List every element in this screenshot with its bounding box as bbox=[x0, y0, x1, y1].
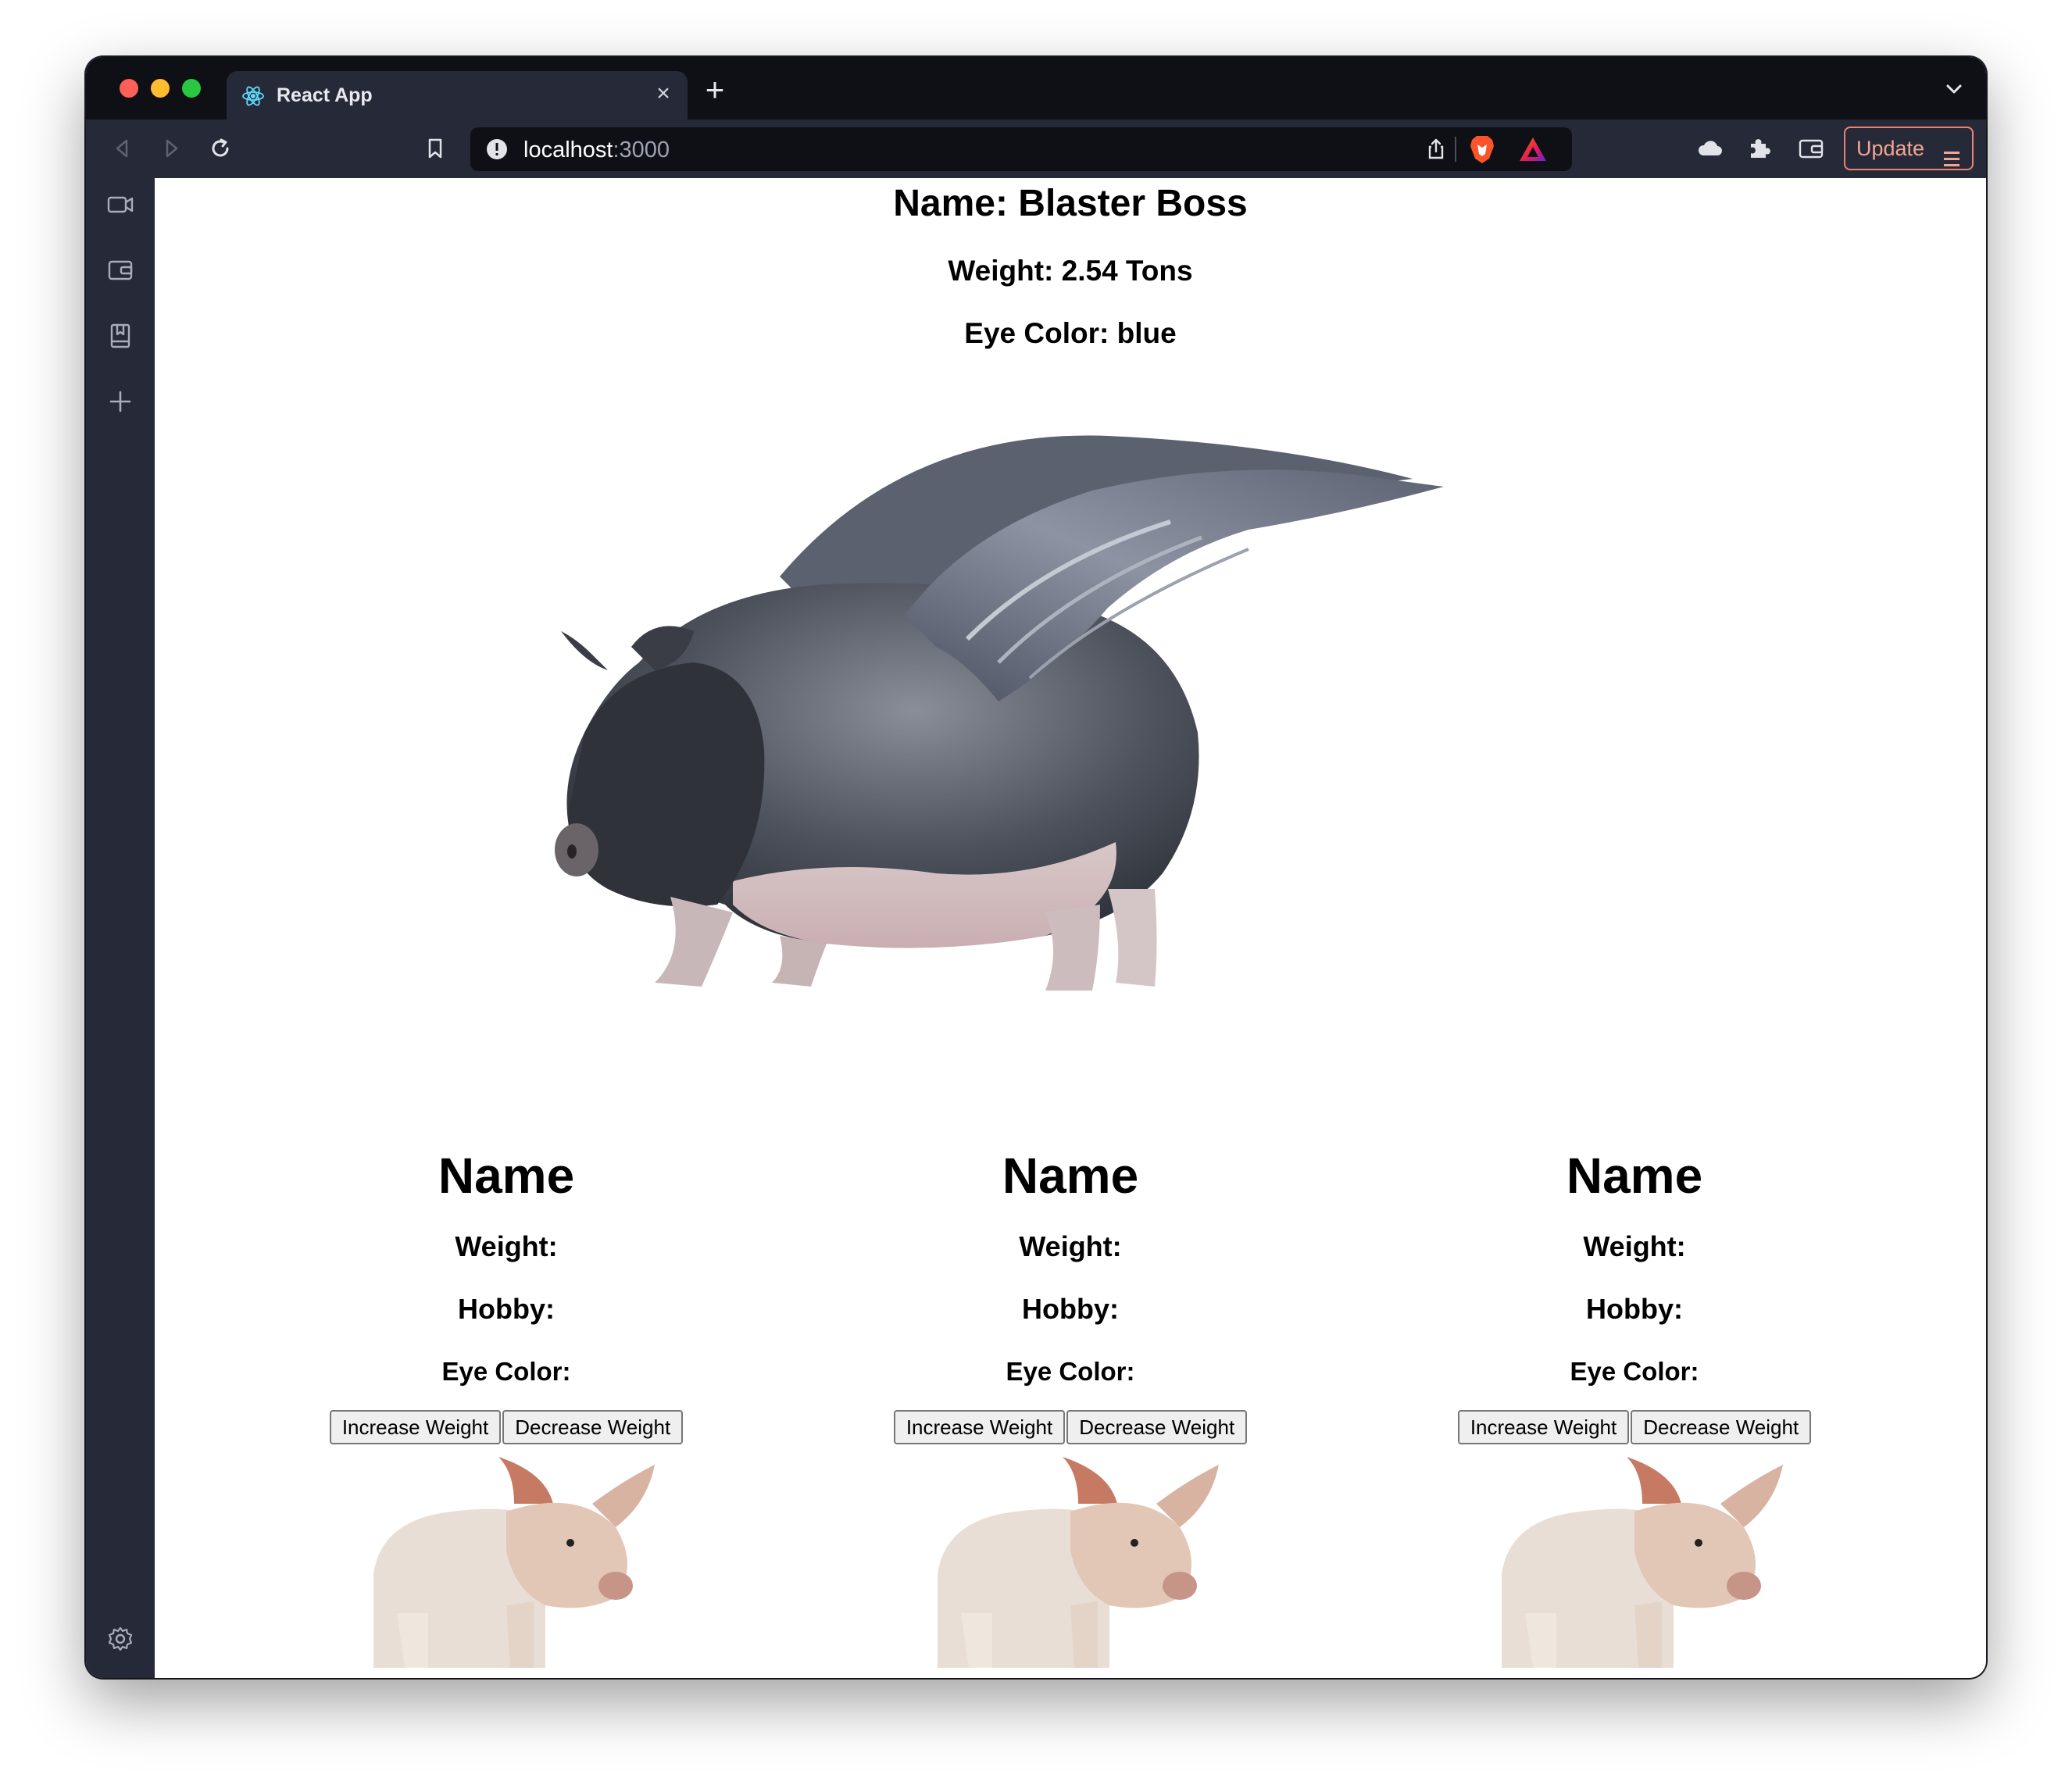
browser-window: React App × + localhost:3000 Update Name… bbox=[86, 57, 1986, 1678]
page-content: Name: Blaster Boss Weight: 2.54 Tons Eye… bbox=[155, 178, 1986, 1678]
close-window-button[interactable] bbox=[120, 79, 138, 98]
card-name: Name bbox=[1566, 1148, 1703, 1204]
pig-card: Name Weight: Hobby: Eye Color: Increase … bbox=[773, 1143, 1367, 1668]
tab-react-app[interactable]: React App × bbox=[227, 71, 688, 120]
menu-icon bbox=[1944, 141, 1959, 166]
pig-card: Name Weight: Hobby: Eye Color: Increase … bbox=[1338, 1143, 1931, 1668]
card-hobby: Hobby: bbox=[458, 1293, 555, 1325]
piglet-image bbox=[938, 1457, 1219, 1668]
card-buttons: Increase Weight Decrease Weight bbox=[1338, 1410, 1931, 1446]
tab-title: React App bbox=[277, 84, 373, 106]
card-buttons: Increase Weight Decrease Weight bbox=[209, 1410, 803, 1446]
url-port: :3000 bbox=[613, 137, 670, 162]
card-eye-color: Eye Color: bbox=[1570, 1357, 1699, 1386]
increase-weight-button[interactable]: Increase Weight bbox=[329, 1410, 502, 1444]
featured-weight: Weight: 2.54 Tons bbox=[948, 255, 1193, 287]
url-divider bbox=[1455, 137, 1456, 162]
pig-card: Name Weight: Hobby: Eye Color: Increase … bbox=[209, 1143, 803, 1668]
wallet-icon[interactable] bbox=[105, 255, 136, 286]
increase-weight-button[interactable]: Increase Weight bbox=[1457, 1410, 1630, 1444]
update-label: Update bbox=[1856, 137, 1925, 160]
share-icon[interactable] bbox=[1424, 137, 1449, 162]
site-info-icon[interactable] bbox=[486, 138, 508, 160]
minimize-window-button[interactable] bbox=[151, 79, 170, 98]
settings-icon[interactable] bbox=[105, 1623, 136, 1655]
back-icon[interactable] bbox=[108, 134, 138, 163]
featured-eye-color: Eye Color: blue bbox=[964, 317, 1177, 349]
decrease-weight-button[interactable]: Decrease Weight bbox=[1066, 1410, 1248, 1444]
flying-pig-image bbox=[555, 435, 1444, 991]
decrease-weight-button[interactable]: Decrease Weight bbox=[1631, 1410, 1812, 1444]
update-button[interactable]: Update bbox=[1844, 127, 1974, 170]
card-hobby: Hobby: bbox=[1586, 1293, 1683, 1325]
address-bar[interactable]: localhost:3000 bbox=[470, 127, 1572, 171]
card-weight: Weight: bbox=[1583, 1230, 1686, 1262]
brave-shield-icon[interactable] bbox=[1467, 134, 1497, 165]
card-name: Name bbox=[438, 1148, 575, 1204]
sidebar bbox=[86, 178, 155, 1678]
brave-rewards-icon[interactable] bbox=[1517, 135, 1549, 163]
extensions-icon[interactable] bbox=[1744, 134, 1774, 163]
add-icon[interactable] bbox=[105, 386, 136, 417]
card-name: Name bbox=[1002, 1148, 1139, 1204]
reading-list-icon[interactable] bbox=[105, 320, 136, 352]
piglet-image bbox=[373, 1457, 655, 1668]
tab-search-chevron-icon[interactable] bbox=[1941, 76, 1967, 102]
decrease-weight-button[interactable]: Decrease Weight bbox=[502, 1410, 684, 1444]
tab-strip: React App × + bbox=[86, 57, 1986, 120]
close-tab-icon[interactable]: × bbox=[650, 80, 677, 107]
maximize-window-button[interactable] bbox=[182, 79, 201, 98]
new-tab-button[interactable]: + bbox=[699, 73, 731, 106]
react-icon bbox=[241, 84, 266, 109]
card-eye-color: Eye Color: bbox=[441, 1357, 571, 1386]
video-icon[interactable] bbox=[105, 189, 136, 220]
piglet-image bbox=[1502, 1457, 1783, 1668]
card-weight: Weight: bbox=[1019, 1230, 1122, 1262]
url-text: localhost:3000 bbox=[523, 137, 670, 163]
card-hobby: Hobby: bbox=[1022, 1293, 1119, 1325]
card-buttons: Increase Weight Decrease Weight bbox=[773, 1410, 1367, 1446]
increase-weight-button[interactable]: Increase Weight bbox=[893, 1410, 1066, 1444]
reload-icon[interactable] bbox=[205, 134, 235, 163]
bookmark-icon[interactable] bbox=[420, 134, 450, 163]
forward-icon[interactable] bbox=[156, 134, 186, 163]
toolbar: localhost:3000 Update bbox=[86, 120, 1986, 178]
wallet-icon[interactable] bbox=[1796, 134, 1826, 163]
card-eye-color: Eye Color: bbox=[1006, 1357, 1135, 1386]
url-host: localhost bbox=[523, 137, 613, 162]
featured-name: Name: Blaster Boss bbox=[893, 183, 1248, 224]
card-weight: Weight: bbox=[455, 1230, 558, 1262]
cloud-icon[interactable] bbox=[1695, 134, 1725, 163]
